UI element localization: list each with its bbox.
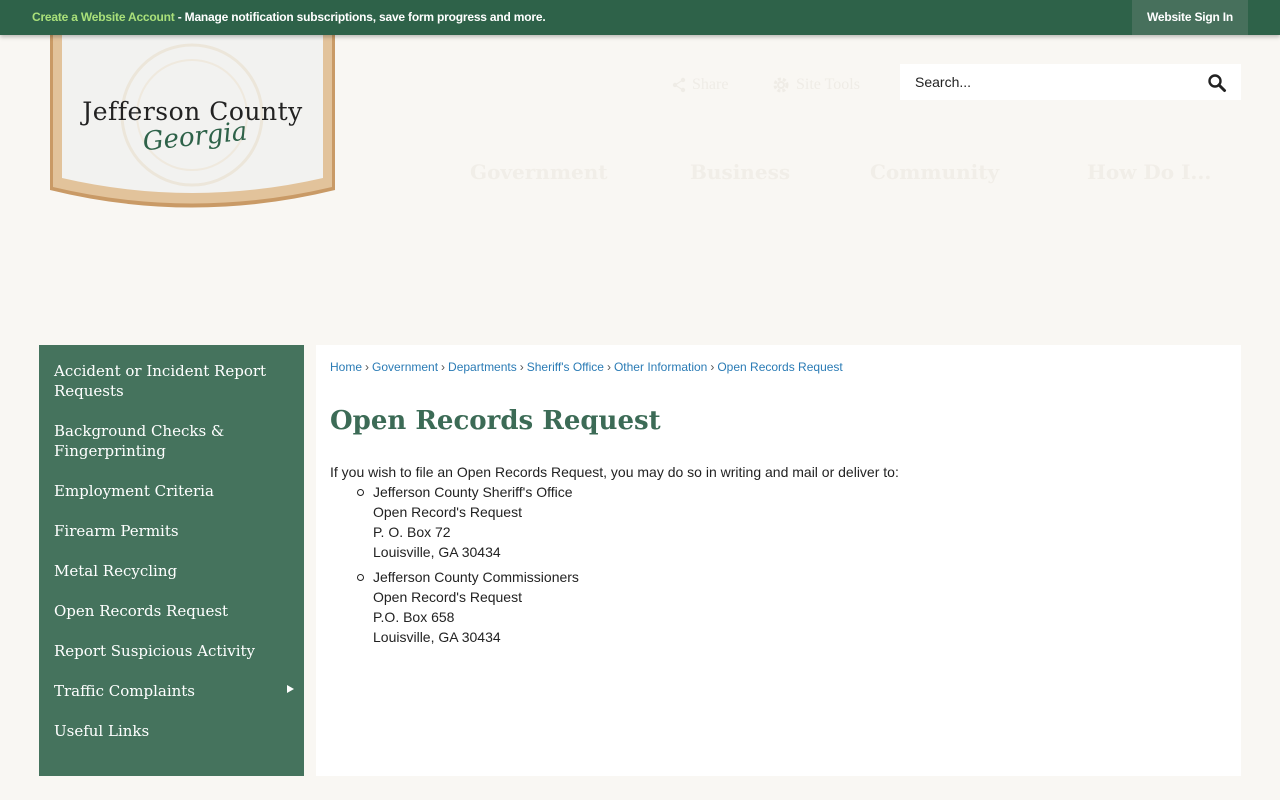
- page-title: Open Records Request: [330, 406, 661, 436]
- address-list: Jefferson County Sheriff's Office Open R…: [357, 482, 1227, 647]
- site-tools-button[interactable]: Site Tools: [772, 74, 860, 96]
- breadcrumb-open-records[interactable]: Open Records Request: [717, 360, 842, 374]
- breadcrumb-sheriffs-office[interactable]: Sheriff's Office: [527, 360, 604, 374]
- sidebar-item-metal-recycling[interactable]: Metal Recycling: [39, 561, 304, 581]
- address-line: P. O. Box 72: [373, 524, 451, 540]
- address-line: Louisville, GA 30434: [373, 629, 501, 645]
- breadcrumb-separator: ›: [365, 360, 370, 374]
- create-account-link[interactable]: Create a Website Account: [32, 10, 175, 24]
- address-line: Jefferson County Sheriff's Office: [373, 484, 573, 500]
- breadcrumb: Home › Government › Departments › Sheriff's Of…: [330, 360, 1227, 374]
- breadcrumb-separator: ›: [441, 360, 446, 374]
- list-item: Jefferson County Commissioners Open Reco…: [357, 567, 1227, 647]
- breadcrumb-separator: ›: [710, 360, 715, 374]
- breadcrumb-other-information[interactable]: Other Information: [614, 360, 707, 374]
- sidebar-item-employment-criteria[interactable]: Employment Criteria: [39, 481, 304, 501]
- sidebar-item-open-records[interactable]: Open Records Request: [39, 601, 304, 621]
- search-icon[interactable]: [1207, 73, 1227, 93]
- nav-community[interactable]: Community: [870, 160, 999, 184]
- main-content: Home › Government › Departments › Sheriff's Of…: [316, 345, 1241, 776]
- sidebar-item-suspicious-activity[interactable]: Report Suspicious Activity: [39, 641, 304, 661]
- intro-text: If you wish to file an Open Records Requ…: [330, 464, 899, 480]
- share-icon: [672, 78, 686, 93]
- account-message: Create a Website Account - Manage notifi…: [32, 0, 546, 35]
- nav-business[interactable]: Business: [690, 160, 790, 184]
- top-bar: Create a Website Account - Manage notifi…: [0, 0, 1280, 35]
- sidebar-item-useful-links[interactable]: Useful Links: [39, 721, 304, 741]
- sidebar-item-firearm-permits[interactable]: Firearm Permits: [39, 521, 304, 541]
- breadcrumb-separator: ›: [519, 360, 524, 374]
- address-line: P.O. Box 658: [373, 609, 455, 625]
- site-tools-label: Site Tools: [796, 76, 860, 93]
- breadcrumb-separator: ›: [606, 360, 611, 374]
- list-item: Jefferson County Sheriff's Office Open R…: [357, 482, 1227, 562]
- breadcrumb-departments[interactable]: Departments: [448, 360, 517, 374]
- address-line: Louisville, GA 30434: [373, 544, 501, 560]
- nav-how-do-i[interactable]: How Do I...: [1087, 160, 1211, 184]
- breadcrumb-home[interactable]: Home: [330, 360, 362, 374]
- account-message-text: - Manage notification subscriptions, sav…: [174, 10, 546, 24]
- logo[interactable]: Jefferson County Georgia: [50, 30, 335, 212]
- sidebar-item-accident-report[interactable]: Accident or Incident Report Requests: [39, 361, 304, 401]
- share-label: Share: [692, 76, 729, 93]
- search-input[interactable]: [900, 64, 1200, 100]
- sidebar-item-traffic-complaints[interactable]: Traffic Complaints: [39, 681, 304, 701]
- sidebar: Accident or Incident Report Requests Bac…: [39, 345, 304, 776]
- share-button[interactable]: Share: [672, 74, 728, 96]
- search-box: [900, 64, 1241, 100]
- expand-arrow-icon[interactable]: [287, 685, 294, 693]
- nav-government[interactable]: Government: [470, 160, 608, 184]
- address-line: Jefferson County Commissioners: [373, 569, 579, 585]
- breadcrumb-government[interactable]: Government: [372, 360, 438, 374]
- address-line: Open Record's Request: [373, 504, 522, 520]
- sidebar-item-background-checks[interactable]: Background Checks & Fingerprinting: [39, 421, 304, 461]
- sidebar-item-label: Traffic Complaints: [54, 682, 195, 700]
- sign-in-button[interactable]: Website Sign In: [1132, 0, 1248, 35]
- gear-icon: [773, 77, 789, 93]
- address-line: Open Record's Request: [373, 589, 522, 605]
